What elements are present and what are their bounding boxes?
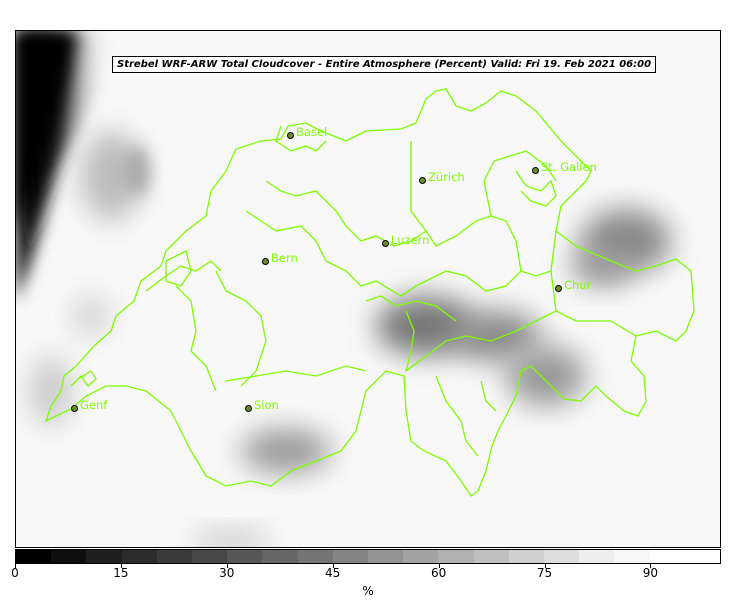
colorbar-segment (684, 550, 721, 563)
map-title: Strebel WRF-ARW Total Cloudcover - Entir… (112, 56, 657, 73)
map-frame (15, 30, 721, 548)
colorbar-tick-label: 15 (113, 566, 129, 580)
colorbar-segment (86, 550, 122, 563)
city-label: Genf (80, 398, 108, 412)
colorbar-tick-label: 75 (536, 566, 553, 580)
colorbar-label: % (362, 584, 374, 598)
city-label: Basel (296, 125, 328, 139)
city-label: St. Gallen (541, 160, 597, 174)
colorbar-segment (297, 550, 333, 563)
city-label: Zürich (428, 170, 465, 184)
colorbar-tick-label: 0 (11, 566, 19, 580)
city-marker (245, 405, 252, 412)
colorbar-segment (227, 550, 263, 563)
colorbar-segment (156, 550, 193, 563)
colorbar (15, 549, 721, 564)
colorbar-tick-label: 90 (642, 566, 659, 580)
city-label: Luzern (391, 233, 430, 247)
colorbar-segment (262, 550, 298, 563)
colorbar-segment (51, 550, 87, 563)
city-label: Bern (271, 251, 298, 265)
colorbar-segment (544, 550, 580, 563)
colorbar-segment (579, 550, 615, 563)
colorbar-tick-label: 30 (219, 566, 235, 580)
colorbar-segment (368, 550, 404, 563)
city-marker (532, 167, 539, 174)
colorbar-segment (649, 550, 685, 563)
colorbar-segment (16, 550, 52, 563)
colorbar-segment (473, 550, 509, 563)
colorbar-segment (192, 550, 228, 563)
colorbar-segment (332, 550, 369, 563)
city-marker (555, 285, 562, 292)
colorbar-segment (403, 550, 439, 563)
cloudcover-map (16, 31, 695, 547)
city-label: Sion (254, 398, 279, 412)
city-marker (262, 258, 269, 265)
colorbar-tick-label: 60 (430, 566, 447, 580)
colorbar-segment (438, 550, 474, 563)
colorbar-tick-label: 45 (325, 566, 341, 580)
colorbar-segment (508, 550, 545, 563)
city-marker (382, 240, 389, 247)
city-marker (71, 405, 78, 412)
city-marker (419, 177, 426, 184)
city-marker (287, 132, 294, 139)
city-label: Chur (564, 278, 592, 292)
colorbar-segment (121, 550, 157, 563)
colorbar-segment (614, 550, 650, 563)
